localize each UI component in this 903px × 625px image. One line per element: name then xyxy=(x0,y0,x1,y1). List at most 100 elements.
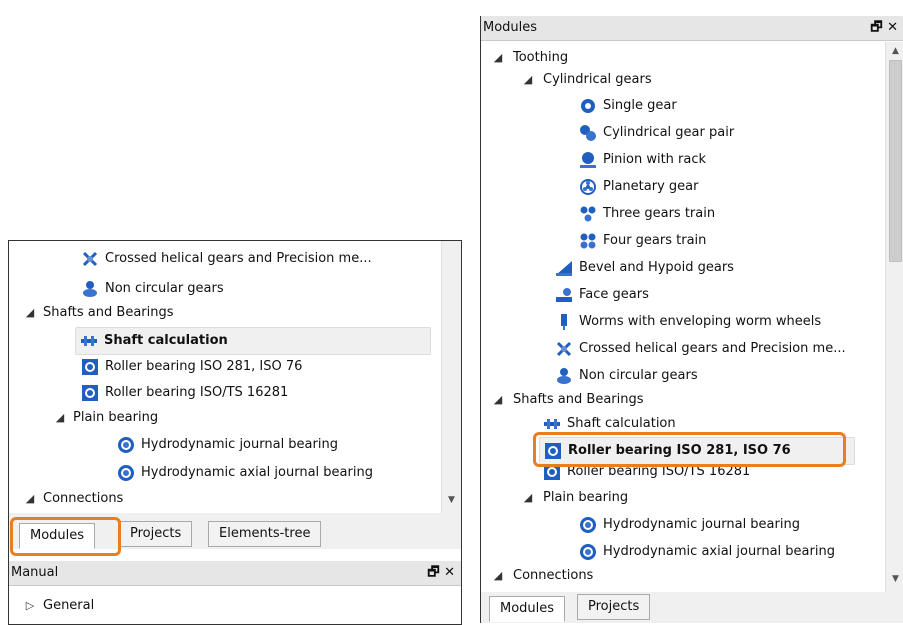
tree-item-roller-bearing-iso281[interactable]: Roller bearing ISO 281, ISO 76 xyxy=(539,437,855,465)
tree-item-label: Hydrodynamic journal bearing xyxy=(141,437,338,452)
tree-item-label: Planetary gear xyxy=(603,179,699,194)
tree-item-label: Worms with enveloping worm wheels xyxy=(579,314,822,329)
scroll-down-arrow-icon[interactable]: ▼ xyxy=(887,574,903,584)
face-gear-icon xyxy=(555,286,573,304)
tree-item-label: Non circular gears xyxy=(579,368,698,383)
tree-item-shaft-calculation[interactable]: Shaft calculation xyxy=(75,327,431,355)
triangle-down-icon[interactable]: ◢ xyxy=(491,45,505,71)
tree-item-label: Roller bearing ISO/TS 16281 xyxy=(567,464,751,479)
tree-item-label: Connections xyxy=(43,491,124,506)
tree-item-label: Bevel and Hypoid gears xyxy=(579,260,734,275)
tree-item-plain-bearing[interactable]: ◢ Plain bearing xyxy=(521,485,628,511)
scroll-up-arrow-icon[interactable]: ▲ xyxy=(887,46,903,56)
triangle-down-icon[interactable]: ◢ xyxy=(23,486,37,512)
tab-elements-tree[interactable]: Elements-tree xyxy=(208,521,322,547)
tree-item-non-circular[interactable]: Non circular gears xyxy=(555,363,698,389)
crossed-gears-icon xyxy=(81,250,99,268)
tab-modules[interactable]: Modules xyxy=(19,523,96,549)
manual-title: Manual xyxy=(11,565,59,580)
window-buttons[interactable]: 🗗 ✕ xyxy=(870,16,898,40)
tree-item-cylindrical-gear-pair[interactable]: Cylindrical gear pair xyxy=(579,120,734,146)
tree-item-general[interactable]: ▷ General xyxy=(23,593,94,619)
journal-bearing-icon xyxy=(579,543,597,561)
tree-item-label: Shafts and Bearings xyxy=(513,392,644,407)
worm-gear-icon xyxy=(555,313,573,331)
tree-item-hydrodynamic-journal[interactable]: Hydrodynamic journal bearing xyxy=(579,512,800,538)
tree-item-crossed-helical[interactable]: Crossed helical gears and Precision me..… xyxy=(555,336,846,362)
scroll-down-arrow-icon[interactable]: ▼ xyxy=(443,495,460,505)
tab-projects[interactable]: Projects xyxy=(119,521,193,547)
shaft-icon xyxy=(543,415,561,433)
triangle-right-icon[interactable]: ▷ xyxy=(23,593,37,619)
left-tabstrip: Modules Projects Elements-tree xyxy=(9,513,461,549)
left-scrollbar[interactable]: ▼ xyxy=(441,241,461,513)
tree-item-bevel-hypoid[interactable]: Bevel and Hypoid gears xyxy=(555,255,734,281)
tree-item-worms[interactable]: Worms with enveloping worm wheels xyxy=(555,309,821,335)
tree-item-cylindrical-gears[interactable]: ◢ Cylindrical gears xyxy=(521,67,652,93)
tree-item-label: Roller bearing ISO 281, ISO 76 xyxy=(568,443,791,458)
tree-item-shaft-calculation[interactable]: Shaft calculation xyxy=(543,411,676,437)
triangle-down-icon[interactable]: ◢ xyxy=(23,300,37,326)
manual-title-bar: Manual 🗗 ✕ xyxy=(9,561,461,586)
tree-item-label: Cylindrical gears xyxy=(543,72,652,87)
non-circular-gear-icon xyxy=(81,280,99,298)
tree-item-pinion-rack[interactable]: Pinion with rack xyxy=(579,147,706,173)
crossed-gears-icon xyxy=(555,340,573,358)
tree-item-label: Cylindrical gear pair xyxy=(603,125,735,140)
gear-pair-icon xyxy=(579,124,597,142)
tree-item-label: Crossed helical gears and Precision me..… xyxy=(105,251,372,266)
bevel-gear-icon xyxy=(555,259,573,277)
triangle-down-icon[interactable]: ◢ xyxy=(491,563,505,589)
scrollbar-thumb[interactable] xyxy=(889,60,902,262)
tree-item-label: Pinion with rack xyxy=(603,152,707,167)
tree-item-shafts-bearings[interactable]: ◢ Shafts and Bearings xyxy=(23,300,174,326)
left-modules-panel: Crossed helical gears and Precision me..… xyxy=(8,240,462,625)
journal-bearing-icon xyxy=(579,516,597,534)
tree-item-crossed-helical[interactable]: Crossed helical gears and Precision me..… xyxy=(81,246,372,272)
triangle-down-icon[interactable]: ◢ xyxy=(521,485,535,511)
bearing-icon xyxy=(81,384,99,402)
planetary-gear-icon xyxy=(579,178,597,196)
tree-item-label: Four gears train xyxy=(603,233,707,248)
modules-title: Modules xyxy=(483,20,538,35)
tree-item-roller-bearing-iso281[interactable]: Roller bearing ISO 281, ISO 76 xyxy=(81,354,302,380)
tree-item-label: Roller bearing ISO/TS 16281 xyxy=(105,385,289,400)
tree-item-label: Face gears xyxy=(579,287,649,302)
tree-item-planetary-gear[interactable]: Planetary gear xyxy=(579,174,698,200)
tree-item-label: Non circular gears xyxy=(105,281,224,296)
right-tabstrip: Modules Projects xyxy=(481,592,903,623)
tree-item-connections[interactable]: ◢ Connections xyxy=(23,486,124,512)
tree-item-plain-bearing[interactable]: ◢ Plain bearing xyxy=(53,405,158,431)
window-buttons[interactable]: 🗗 ✕ xyxy=(427,561,455,585)
tree-item-hydrodynamic-axial[interactable]: Hydrodynamic axial journal bearing xyxy=(579,539,835,565)
modules-title-bar: Modules 🗗 ✕ xyxy=(481,16,903,41)
tree-item-roller-bearing-iso16281[interactable]: Roller bearing ISO/TS 16281 xyxy=(81,380,288,406)
triangle-down-icon[interactable]: ◢ xyxy=(521,67,535,93)
non-circular-gear-icon xyxy=(555,367,573,385)
triangle-down-icon[interactable]: ◢ xyxy=(491,387,505,413)
tree-item-label: Hydrodynamic axial journal bearing xyxy=(141,465,373,480)
tree-item-four-gears[interactable]: Four gears train xyxy=(579,228,706,254)
tree-item-hydrodynamic-journal[interactable]: Hydrodynamic journal bearing xyxy=(117,432,338,458)
tree-item-three-gears[interactable]: Three gears train xyxy=(579,201,715,227)
tree-item-label: Plain bearing xyxy=(543,490,629,505)
left-tree: Crossed helical gears and Precision me..… xyxy=(9,241,441,513)
triangle-down-icon[interactable]: ◢ xyxy=(53,405,67,431)
tree-item-shafts-bearings[interactable]: ◢ Shafts and Bearings xyxy=(491,387,644,413)
tree-item-label: Shaft calculation xyxy=(104,333,228,348)
tab-modules[interactable]: Modules xyxy=(489,596,566,622)
right-tree: ◢ Toothing ◢ Cylindrical gears Single ge… xyxy=(481,42,885,592)
pinion-rack-icon xyxy=(579,151,597,169)
tree-item-label: Shafts and Bearings xyxy=(43,305,174,320)
tree-item-roller-bearing-iso16281[interactable]: Roller bearing ISO/TS 16281 xyxy=(543,464,750,480)
tree-item-face-gears[interactable]: Face gears xyxy=(555,282,649,308)
tree-item-single-gear[interactable]: Single gear xyxy=(579,93,677,119)
tree-item-non-circular[interactable]: Non circular gears xyxy=(81,276,224,302)
gear-icon xyxy=(579,97,597,115)
tab-projects[interactable]: Projects xyxy=(577,594,651,620)
tree-item-hydrodynamic-axial[interactable]: Hydrodynamic axial journal bearing xyxy=(117,460,373,486)
right-scrollbar[interactable]: ▲ ▼ xyxy=(885,42,903,592)
journal-bearing-icon xyxy=(117,464,135,482)
tree-item-connections[interactable]: ◢ Connections xyxy=(491,563,594,589)
tree-item-label: Crossed helical gears and Precision me..… xyxy=(579,341,846,356)
